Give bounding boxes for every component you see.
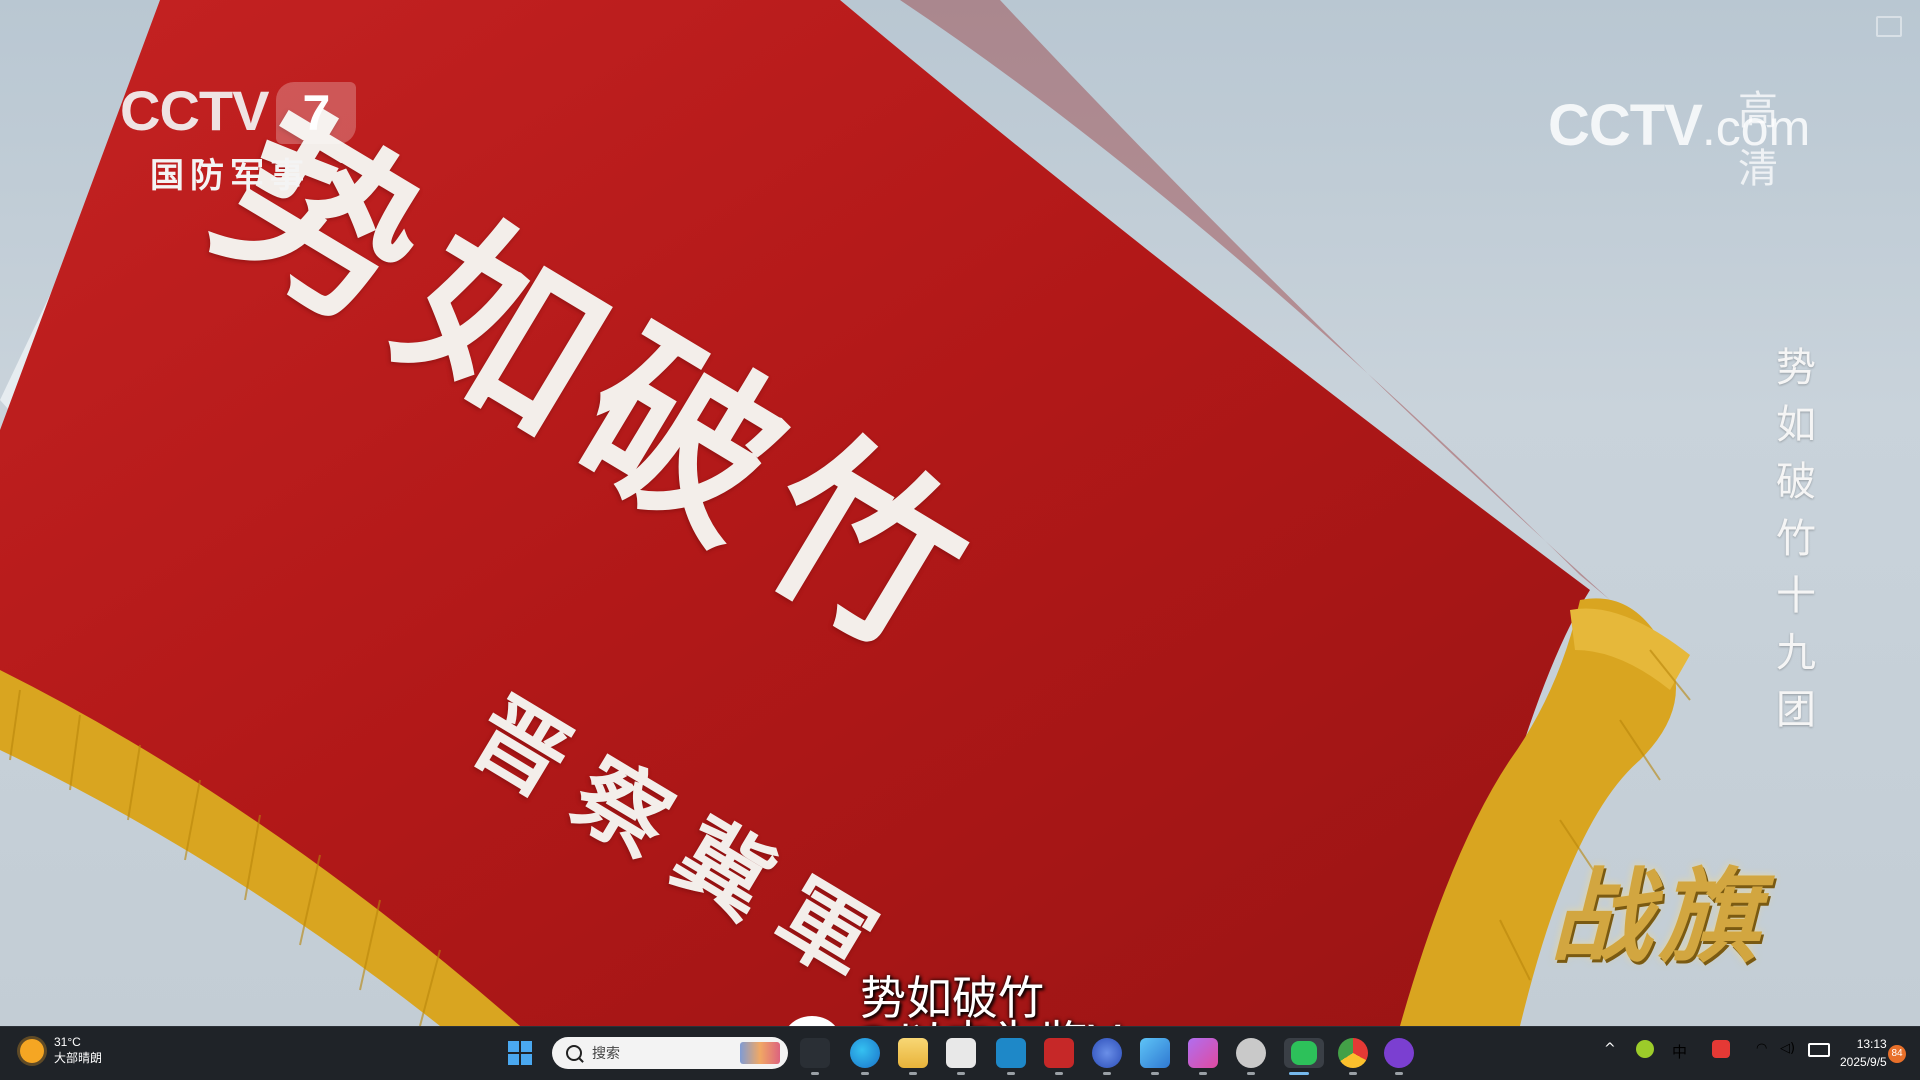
terminal-icon[interactable]	[996, 1038, 1026, 1075]
app-icon[interactable]	[1044, 1038, 1074, 1075]
weibo-icon	[784, 1016, 840, 1026]
task-view-icon[interactable]	[800, 1038, 830, 1075]
partly-sunny-icon	[20, 1038, 44, 1063]
notification-badge[interactable]: 84	[1888, 1045, 1906, 1063]
file-explorer-icon[interactable]	[898, 1038, 928, 1075]
browser-icon[interactable]	[1092, 1038, 1122, 1075]
clock-time: 13:13	[1856, 1037, 1887, 1051]
program-logo: 战旗	[1550, 857, 1766, 977]
cat-app-icon[interactable]	[1236, 1038, 1266, 1075]
site-logo-brand: CCTV	[1548, 93, 1703, 158]
site-logo: 高清 CCTV.com	[1548, 88, 1810, 192]
channel-logo-number: 7	[276, 82, 357, 144]
wechat-icon[interactable]	[1284, 1038, 1324, 1075]
ime-indicator[interactable]: 中	[1672, 1041, 1687, 1062]
screen-icon[interactable]	[1876, 16, 1902, 37]
system-clock[interactable]: 13:13 2025/9/5	[1840, 1035, 1887, 1071]
sogou-input-icon[interactable]	[1712, 1040, 1730, 1058]
chevron-up-icon[interactable]: ^	[1604, 1041, 1616, 1057]
weibo-watermark: @以史为鉴V	[784, 1004, 1121, 1026]
site-logo-quality: 高清	[1738, 88, 1782, 192]
wifi-icon[interactable]: ◠	[1756, 1041, 1767, 1056]
weather-condition: 大部晴朗	[54, 1051, 103, 1065]
search-icon	[566, 1045, 582, 1061]
watermark-text: @以史为鉴V	[848, 1004, 1121, 1026]
edge-icon[interactable]	[850, 1038, 880, 1075]
vpn-app-icon[interactable]	[1384, 1038, 1414, 1075]
battery-icon[interactable]	[1808, 1043, 1830, 1057]
search-highlight-image	[740, 1042, 780, 1064]
tray-app-icon[interactable]	[1636, 1040, 1654, 1058]
channel-logo-brand: CCTV	[120, 79, 269, 142]
volume-icon[interactable]: ◁)	[1780, 1041, 1795, 1056]
store-icon[interactable]	[946, 1038, 976, 1075]
start-button[interactable]	[508, 1041, 532, 1065]
channel-logo-subtitle: 国防军事	[150, 156, 310, 196]
weather-widget[interactable]: 31°C 大部晴朗	[20, 1035, 102, 1066]
taskbar: 31°C 大部晴朗 搜索 ^ 中 ◠ ◁) 13:13 2025/9/5 84	[0, 1026, 1920, 1080]
search-placeholder: 搜索	[592, 1046, 620, 1062]
video-player[interactable]: 势如破竹 晋察冀軍 CCTV 7 国防军事 高清 CCTV.com 势如破竹十九团…	[0, 0, 1920, 1026]
clock-date: 2025/9/5	[1840, 1055, 1887, 1069]
photos-icon[interactable]	[1140, 1038, 1170, 1075]
chrome-icon[interactable]	[1338, 1038, 1368, 1075]
windows-logo-icon	[508, 1041, 519, 1052]
design-app-icon[interactable]	[1188, 1038, 1218, 1075]
vertical-caption: 势如破竹十九团	[1776, 345, 1816, 733]
weather-temperature: 31°C	[54, 1035, 81, 1049]
channel-logo: CCTV 7 国防军事	[120, 78, 357, 197]
search-box[interactable]: 搜索	[552, 1037, 788, 1069]
